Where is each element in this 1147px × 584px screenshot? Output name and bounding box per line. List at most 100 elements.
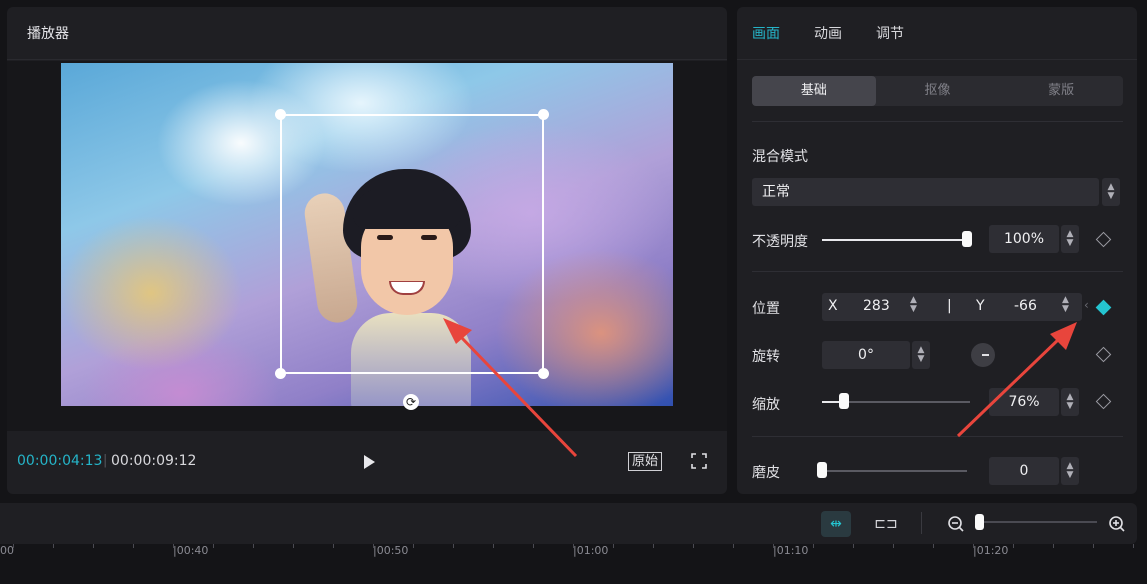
opacity-label: 不透明度 xyxy=(752,234,808,250)
blend-mode-stepper[interactable]: ▲ ▼ xyxy=(1102,178,1120,206)
rotation-stepper[interactable]: ▲ ▼ xyxy=(912,341,930,369)
zoom-slider-thumb[interactable] xyxy=(975,514,984,530)
position-y-label: Y xyxy=(976,298,985,314)
rotation-knob[interactable] xyxy=(971,343,995,367)
selection-box[interactable] xyxy=(280,114,544,374)
ruler-tick xyxy=(653,544,654,548)
opacity-value[interactable]: 100% xyxy=(989,225,1059,253)
ruler-tick xyxy=(773,544,774,548)
scale-stepper[interactable]: ▲ ▼ xyxy=(1061,388,1079,416)
scale-value[interactable]: 76% xyxy=(989,388,1059,416)
tab-animation[interactable]: 动画 xyxy=(814,23,842,43)
prev-keyframe-icon[interactable]: ‹ xyxy=(1084,298,1089,312)
player-panel: 播放器 ⟳ 00:00:04:13 | 00:00:09:12 原始 xyxy=(7,7,727,494)
ruler-tick xyxy=(1133,544,1134,548)
resize-handle-top-right[interactable] xyxy=(538,109,549,120)
snap-toggle-icon[interactable]: ⇹ xyxy=(821,511,851,537)
ruler-tick xyxy=(133,544,134,548)
position-x-stepper[interactable]: ▲ ▼ xyxy=(910,296,917,314)
resize-handle-top-left[interactable] xyxy=(275,109,286,120)
smoothing-label: 磨皮 xyxy=(752,465,780,481)
ruler-tick xyxy=(1013,544,1014,548)
inspector-panel: 画面 动画 调节 基础 抠像 蒙版 混合模式 正常 ▲ ▼ 不透明度 100% ▲… xyxy=(737,7,1137,494)
zoom-in-icon[interactable] xyxy=(1108,515,1126,533)
resize-handle-bottom-left[interactable] xyxy=(275,368,286,379)
player-title: 播放器 xyxy=(27,26,69,42)
time-separator: | xyxy=(103,453,108,468)
ruler-tick xyxy=(973,544,974,548)
smoothing-value[interactable]: 0 xyxy=(989,457,1059,485)
ruler-tick xyxy=(413,544,414,548)
timeline-ruler[interactable]: 00 |00:40 |00:50 |01:00 |01:10 |01:20 xyxy=(0,544,1147,584)
original-ratio-button[interactable]: 原始 xyxy=(628,452,663,471)
blend-mode-select[interactable]: 正常 xyxy=(752,178,1099,206)
ruler-label: |00:50 xyxy=(373,544,409,557)
ruler-tick xyxy=(373,544,374,548)
opacity-stepper[interactable]: ▲ ▼ xyxy=(1061,225,1079,253)
ruler-tick xyxy=(213,544,214,548)
inspector-tabs: 画面 动画 调节 xyxy=(737,7,1137,60)
ruler-tick xyxy=(173,544,174,548)
ruler-tick xyxy=(493,544,494,548)
position-y-stepper[interactable]: ▲ ▼ xyxy=(1062,296,1069,314)
opacity-slider-fill xyxy=(822,239,970,241)
position-keyframe-icon[interactable] xyxy=(1095,299,1112,316)
rotation-keyframe-icon[interactable] xyxy=(1095,346,1112,363)
opacity-keyframe-icon[interactable] xyxy=(1095,231,1112,248)
ruler-label: |01:20 xyxy=(973,544,1009,557)
ruler-tick xyxy=(53,544,54,548)
play-icon[interactable] xyxy=(360,453,378,471)
position-y-value[interactable]: -66 xyxy=(1014,298,1037,314)
position-field[interactable]: X 283 ▲ ▼ | Y -66 ▲ ▼ xyxy=(822,293,1082,321)
ruler-label: |01:00 xyxy=(573,544,609,557)
position-x-value[interactable]: 283 xyxy=(863,298,890,314)
ruler-label: 00 xyxy=(0,544,14,557)
fullscreen-icon[interactable] xyxy=(691,453,707,469)
divider xyxy=(752,436,1123,437)
ruler-label: |00:40 xyxy=(173,544,209,557)
ruler-tick xyxy=(1093,544,1094,548)
ruler-tick xyxy=(533,544,534,548)
smoothing-slider-thumb[interactable] xyxy=(817,462,827,478)
ruler-tick xyxy=(853,544,854,548)
zoom-slider-track[interactable] xyxy=(975,521,1097,523)
scale-keyframe-icon[interactable] xyxy=(1095,393,1112,410)
current-time: 00:00:04:13 xyxy=(17,453,103,469)
smoothing-stepper[interactable]: ▲ ▼ xyxy=(1061,457,1079,485)
ruler-tick xyxy=(813,544,814,548)
ruler-tick xyxy=(13,544,14,548)
zoom-out-icon[interactable] xyxy=(947,515,965,533)
opacity-slider-thumb[interactable] xyxy=(962,231,972,247)
ruler-tick xyxy=(93,544,94,548)
position-x-label: X xyxy=(828,298,838,314)
ruler-tick xyxy=(1053,544,1054,548)
ruler-tick xyxy=(253,544,254,548)
rotation-value[interactable]: 0° xyxy=(822,341,910,369)
split-align-icon[interactable]: ⊏⊐ xyxy=(871,511,901,537)
ruler-tick xyxy=(453,544,454,548)
divider xyxy=(752,271,1123,272)
blend-mode-label: 混合模式 xyxy=(752,149,808,165)
subtab-basic[interactable]: 基础 xyxy=(752,76,876,106)
ruler-label: |01:10 xyxy=(773,544,809,557)
resize-handle-bottom-right[interactable] xyxy=(538,368,549,379)
position-label: 位置 xyxy=(752,301,780,317)
smoothing-slider-track[interactable] xyxy=(822,470,967,472)
tab-picture[interactable]: 画面 xyxy=(752,23,780,43)
ruler-tick xyxy=(733,544,734,548)
ruler-tick xyxy=(293,544,294,548)
tab-adjust[interactable]: 调节 xyxy=(876,23,904,43)
toolbar-divider xyxy=(921,512,922,534)
scale-slider-thumb[interactable] xyxy=(839,393,849,409)
total-time: 00:00:09:12 xyxy=(111,453,197,469)
rotate-handle-icon[interactable]: ⟳ xyxy=(403,394,419,410)
timeline-toolbar: ⇹ ⊏⊐ xyxy=(0,503,1137,544)
ruler-tick xyxy=(333,544,334,548)
ruler-tick xyxy=(613,544,614,548)
ruler-tick xyxy=(933,544,934,548)
position-separator: | xyxy=(947,298,952,314)
ruler-tick xyxy=(893,544,894,548)
ruler-tick xyxy=(693,544,694,548)
subtab-cutout[interactable]: 抠像 xyxy=(876,76,1000,106)
subtab-mask[interactable]: 蒙版 xyxy=(999,76,1123,106)
